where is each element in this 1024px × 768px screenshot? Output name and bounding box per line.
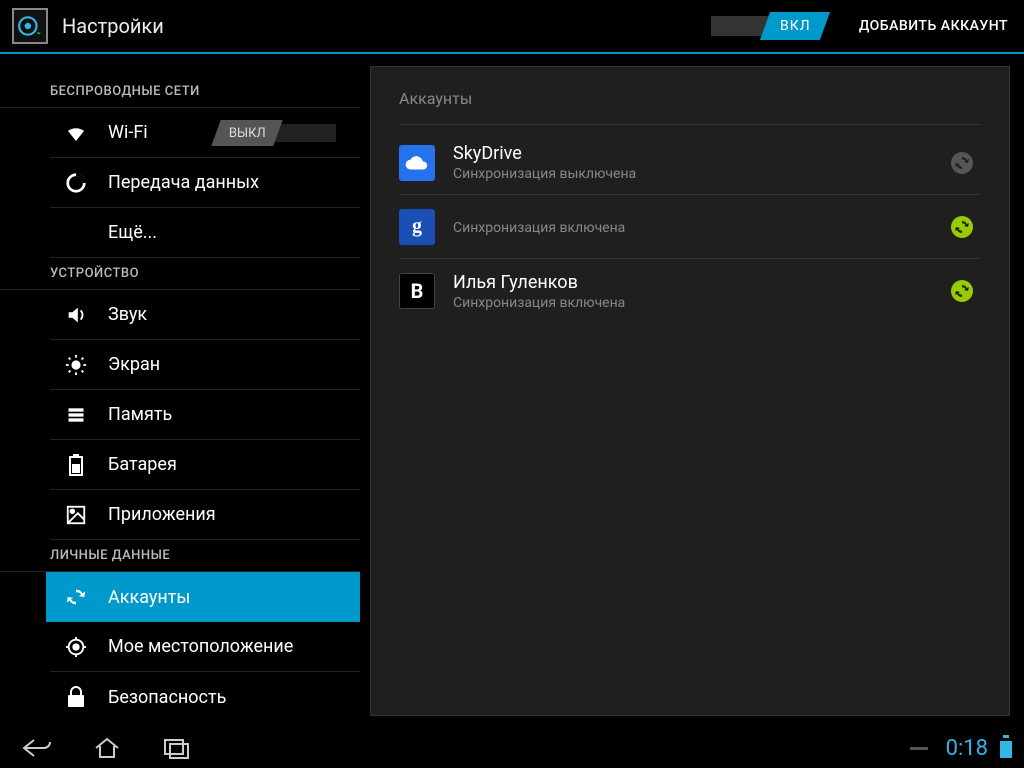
sync-status-icon: [949, 278, 975, 304]
vk-icon: B: [399, 273, 435, 309]
sidebar-item-label: Передача данных: [108, 172, 259, 193]
sidebar-item-label: Wi-Fi: [108, 122, 148, 143]
data-usage-icon: [62, 169, 90, 197]
account-row-skydrive[interactable]: SkyDrive Синхронизация выключена: [399, 131, 981, 195]
account-name: SkyDrive: [453, 143, 949, 164]
sound-icon: [62, 301, 90, 329]
section-header-wireless: БЕСПРОВОДНЫЕ СЕТИ: [0, 76, 360, 108]
sidebar-item-label: Безопасность: [108, 687, 226, 708]
battery-icon[interactable]: [1000, 738, 1012, 758]
section-header-personal: ЛИЧНЫЕ ДАННЫЕ: [0, 540, 360, 572]
accounts-master-toggle[interactable]: ВКЛ: [711, 12, 831, 40]
sidebar-item-storage[interactable]: Память: [50, 390, 360, 440]
sidebar-item-location[interactable]: Мое местоположение: [50, 622, 360, 672]
detail-header: Аккаунты: [399, 89, 981, 125]
sidebar-item-label: Аккаунты: [108, 587, 190, 608]
location-icon: [62, 633, 90, 661]
sidebar-item-battery[interactable]: Батарея: [50, 440, 360, 490]
google-icon: g: [399, 209, 435, 245]
toggle-on-label: ВКЛ: [780, 18, 811, 34]
sidebar-item-security[interactable]: Безопасность: [50, 672, 360, 722]
add-account-button[interactable]: ДОБАВИТЬ АККАУНТ: [859, 18, 1008, 34]
sidebar-item-more[interactable]: Ещё...: [50, 208, 360, 258]
sidebar-item-label: Мое местоположение: [108, 636, 293, 657]
account-row-vk[interactable]: B Илья Гуленков Синхронизация включена: [399, 259, 981, 323]
page-title: Настройки: [62, 14, 164, 38]
system-navigation-bar: 0:18: [0, 728, 1024, 768]
battery-icon: [62, 451, 90, 479]
skydrive-icon: [399, 145, 435, 181]
status-indicator-icon: [910, 747, 928, 750]
sync-status-icon: [949, 150, 975, 176]
account-sync-status: Синхронизация включена: [453, 220, 949, 236]
section-header-device: УСТРОЙСТВО: [0, 258, 360, 290]
account-sync-status: Синхронизация выключена: [453, 166, 949, 182]
wifi-toggle[interactable]: ВЫКЛ: [216, 120, 346, 146]
status-clock[interactable]: 0:18: [946, 736, 988, 761]
storage-icon: [62, 401, 90, 429]
recents-button[interactable]: [152, 733, 202, 763]
settings-sidebar: БЕСПРОВОДНЫЕ СЕТИ Wi-Fi ВЫКЛ Передача да…: [0, 54, 360, 728]
sidebar-item-wifi[interactable]: Wi-Fi ВЫКЛ: [50, 108, 360, 158]
sync-icon: [62, 583, 90, 611]
wifi-icon: [62, 119, 90, 147]
sidebar-item-data-usage[interactable]: Передача данных: [50, 158, 360, 208]
sidebar-item-label: Память: [108, 404, 172, 425]
sidebar-item-accounts[interactable]: Аккаунты: [46, 572, 360, 622]
account-row-google[interactable]: g Синхронизация включена: [399, 195, 981, 259]
display-icon: [62, 351, 90, 379]
action-bar: Настройки ВКЛ ДОБАВИТЬ АККАУНТ: [0, 0, 1024, 54]
account-name: Илья Гуленков: [453, 272, 949, 293]
detail-pane: Аккаунты SkyDrive Синхронизация выключен…: [360, 54, 1024, 728]
lock-icon: [62, 683, 90, 711]
app-icon[interactable]: [12, 8, 48, 44]
home-button[interactable]: [82, 733, 132, 763]
apps-icon: [62, 501, 90, 529]
back-button[interactable]: [12, 733, 62, 763]
sidebar-item-sound[interactable]: Звук: [50, 290, 360, 340]
sidebar-item-label: Батарея: [108, 454, 177, 475]
account-sync-status: Синхронизация включена: [453, 295, 949, 311]
sidebar-item-label: Экран: [108, 354, 160, 375]
sidebar-item-label: Ещё...: [108, 222, 157, 243]
sync-status-icon: [949, 214, 975, 240]
sidebar-item-label: Звук: [108, 304, 147, 325]
sidebar-item-display[interactable]: Экран: [50, 340, 360, 390]
sidebar-item-label: Приложения: [108, 504, 216, 525]
toggle-off-label: ВЫКЛ: [229, 125, 266, 140]
sidebar-item-apps[interactable]: Приложения: [50, 490, 360, 540]
